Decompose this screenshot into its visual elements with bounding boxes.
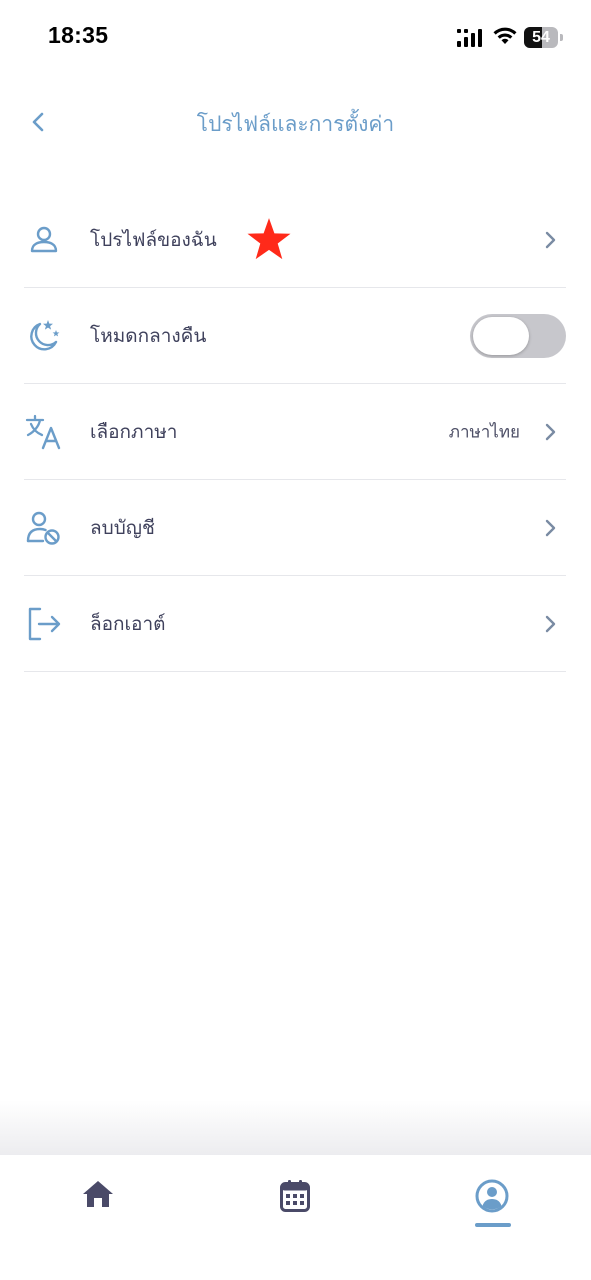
chevron-right-icon — [545, 231, 556, 248]
bottom-nav-shadow — [0, 1100, 591, 1156]
cellular-signal-icon — [457, 29, 482, 47]
toggle-knob — [473, 316, 529, 355]
home-icon — [83, 1181, 113, 1207]
settings-row-label: ล็อกเอาต์ — [90, 612, 166, 635]
settings-row-my-profile[interactable]: โปรไฟล์ของฉัน — [24, 192, 566, 288]
back-button[interactable] — [20, 102, 56, 142]
page-title: โปรไฟล์และการตั้งค่า — [196, 112, 395, 136]
chevron-left-icon — [32, 112, 44, 132]
wifi-icon — [493, 27, 517, 44]
settings-row-language[interactable]: เลือกภาษา ภาษาไทย — [24, 384, 566, 480]
chevron-right-icon — [545, 423, 556, 440]
translate-icon — [24, 412, 64, 452]
star-icon — [247, 217, 291, 259]
nav-home[interactable] — [68, 1179, 128, 1235]
settings-row-logout[interactable]: ล็อกเอาต์ — [24, 576, 566, 672]
settings-list: โปรไฟล์ของฉัน โหมดกลางคืน เลือกภาษา ภาษา… — [24, 192, 566, 672]
dark-mode-toggle[interactable] — [470, 313, 566, 358]
battery-icon: 54 — [524, 27, 564, 48]
calendar-icon — [280, 1180, 310, 1212]
bottom-nav — [0, 1155, 591, 1280]
active-tab-indicator — [475, 1223, 511, 1227]
settings-row-label: ลบบัญชี — [90, 516, 155, 539]
logout-icon — [24, 604, 64, 644]
chevron-right-icon — [545, 519, 556, 536]
user-circle-icon — [475, 1179, 509, 1213]
nav-calendar[interactable] — [265, 1179, 325, 1235]
status-bar: 18:35 54 — [0, 0, 591, 76]
battery-level: 54 — [532, 29, 550, 46]
user-block-icon — [24, 508, 64, 548]
status-time: 18:35 — [48, 22, 109, 48]
settings-row-label: เลือกภาษา — [90, 420, 178, 443]
selected-language: ภาษาไทย — [448, 422, 520, 442]
settings-row-dark-mode: โหมดกลางคืน — [24, 288, 566, 384]
moon-stars-icon — [24, 316, 64, 356]
header: โปรไฟล์และการตั้งค่า — [0, 92, 591, 152]
user-icon — [24, 220, 64, 260]
settings-row-label: โปรไฟล์ของฉัน — [90, 228, 217, 251]
settings-row-label: โหมดกลางคืน — [90, 324, 207, 347]
chevron-right-icon — [545, 615, 556, 632]
settings-row-delete-account[interactable]: ลบบัญชี — [24, 480, 566, 576]
